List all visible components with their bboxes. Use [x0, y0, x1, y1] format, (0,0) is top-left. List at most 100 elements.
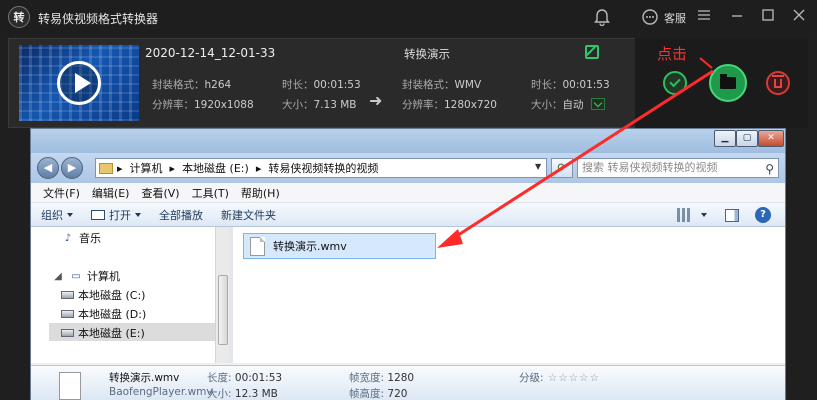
folder-icon — [720, 74, 736, 89]
edit-icon[interactable] — [585, 45, 599, 59]
forward-button[interactable]: ▶ — [61, 157, 83, 179]
open-folder-button[interactable] — [709, 64, 747, 102]
drive-icon — [61, 329, 74, 337]
chat-support-icon[interactable] — [641, 8, 659, 32]
address-dropdown-icon[interactable]: ▼ — [535, 162, 541, 171]
refresh-button[interactable]: ⟳ — [551, 158, 573, 178]
menu-bar: 文件(F) 编辑(E) 查看(V) 工具(T) 帮助(H) — [31, 183, 785, 203]
menu-file[interactable]: 文件(F) — [43, 185, 80, 201]
drive-icon — [61, 310, 74, 318]
menu-icon[interactable] — [697, 8, 711, 28]
output-resolution: 分辨率：1280x720 — [402, 99, 497, 111]
play-all-button[interactable]: 全部播放 — [159, 207, 203, 223]
preview-pane-icon[interactable] — [725, 208, 739, 222]
notification-icon[interactable] — [594, 8, 610, 32]
command-bar: 组织 打开 全部播放 新建文件夹 ? — [31, 203, 785, 227]
source-size: 大小：7.13 MB — [282, 99, 357, 111]
app-title: 转易侠视频格式转换器 — [38, 12, 159, 26]
chevron-down-icon — [135, 212, 141, 217]
minimize-icon[interactable] — [730, 8, 744, 28]
explorer-maximize-button[interactable]: ▢ — [736, 130, 758, 147]
app-logo: 转 — [8, 6, 30, 28]
address-separator: ▸ — [255, 161, 262, 175]
back-button[interactable]: ◀ — [37, 157, 59, 179]
explorer-minimize-button[interactable]: ▁ — [714, 130, 736, 147]
chevron-down-icon[interactable] — [701, 213, 707, 217]
address-bar[interactable]: ▸ 计算机 ▸ 本地磁盘 (E:) ▸ 转易侠视频转换的视频 — [95, 158, 547, 178]
output-format: 封装格式：WMV — [402, 79, 482, 91]
details-pane: 转换演示.wmv BaofengPlayer.wmv 长度: 00:01:53 … — [31, 365, 785, 400]
nav-item-computer[interactable]: ◢ ▭ 计算机 — [51, 267, 120, 285]
expand-arrow-icon: ◢ — [54, 270, 62, 282]
output-size[interactable]: 大小：自动 — [531, 97, 584, 112]
output-duration: 时长：00:01:53 — [531, 79, 610, 91]
menu-tools[interactable]: 工具(T) — [192, 185, 229, 201]
star-icon[interactable]: ☆ — [548, 372, 557, 384]
details-file-name: 转换演示.wmv — [109, 372, 180, 384]
breadcrumb-drive-e[interactable]: 本地磁盘 (E:) — [182, 160, 249, 176]
drive-icon — [61, 291, 74, 299]
file-icon — [250, 236, 265, 256]
search-input[interactable]: 搜索 转易侠视频转换的视频 ⚲ — [577, 158, 779, 178]
details-frame-width: 帧宽度: 1280 — [349, 372, 415, 384]
star-icon[interactable]: ☆ — [558, 372, 567, 384]
support-label[interactable]: 客服 — [664, 10, 686, 26]
details-app-name: BaofengPlayer.wmv — [109, 386, 213, 398]
close-icon[interactable] — [792, 8, 806, 28]
video-thumbnail[interactable] — [19, 45, 139, 121]
details-frame-height: 帧高度: 720 — [349, 388, 408, 400]
menu-view[interactable]: 查看(V) — [141, 185, 179, 201]
folder-icon — [99, 162, 113, 174]
help-icon[interactable]: ? — [755, 207, 771, 223]
open-button[interactable]: 打开 — [91, 207, 141, 223]
convert-arrow-icon: ➜ — [369, 91, 383, 110]
details-length: 长度: 00:01:53 — [207, 372, 283, 384]
output-size-dropdown-icon[interactable] — [591, 98, 605, 110]
click-annotation: 点击 — [657, 45, 688, 63]
convert-done-check-icon[interactable] — [663, 71, 687, 95]
details-size: 大小: 12.3 MB — [207, 388, 278, 400]
address-row: ◀ ▶ ▸ 计算机 ▸ 本地磁盘 (E:) ▸ 转易侠视频转换的视频 ▼ ⟳ 搜… — [31, 153, 785, 183]
breadcrumb-current-folder[interactable]: 转易侠视频转换的视频 — [268, 160, 378, 176]
view-mode-icon[interactable] — [677, 208, 691, 222]
output-file-name[interactable]: 转换演示 — [404, 46, 450, 62]
nav-item-music[interactable]: ♪ 音乐 — [61, 229, 101, 247]
breadcrumb-computer[interactable]: 计算机 — [130, 160, 163, 176]
view-controls: ? — [677, 207, 771, 223]
address-separator: ▸ — [169, 161, 176, 175]
explorer-close-button[interactable]: ✕ — [758, 130, 784, 147]
file-list-pane: 转换演示.wmv — [233, 227, 785, 363]
star-icon[interactable]: ☆ — [590, 372, 599, 384]
file-icon — [59, 372, 81, 400]
file-explorer-window: ▁ ▢ ✕ ◀ ▶ ▸ 计算机 ▸ 本地磁盘 (E:) ▸ 转易侠视频转换的视频… — [30, 128, 786, 400]
address-separator: ▸ — [117, 161, 123, 175]
nav-item-drive-d[interactable]: 本地磁盘 (D:) — [61, 305, 146, 323]
play-icon[interactable] — [57, 61, 101, 105]
star-icon[interactable]: ☆ — [569, 372, 578, 384]
nav-scrollbar[interactable] — [215, 227, 229, 363]
source-duration: 时长：00:01:53 — [282, 79, 361, 91]
organize-button[interactable]: 组织 — [41, 207, 73, 223]
source-resolution: 分辨率：1920x1088 — [152, 99, 254, 111]
star-icon[interactable]: ☆ — [579, 372, 588, 384]
computer-icon: ▭ — [71, 270, 81, 282]
music-note-icon: ♪ — [64, 232, 72, 244]
scrollbar-thumb[interactable] — [218, 275, 228, 345]
new-folder-button[interactable]: 新建文件夹 — [221, 207, 276, 223]
player-icon — [91, 209, 105, 220]
details-rating[interactable]: 分级: ☆☆☆☆☆ — [519, 370, 599, 385]
delete-task-button[interactable] — [766, 71, 790, 95]
navigation-pane: ♪ 音乐 ◢ ▭ 计算机 本地磁盘 (C:) 本地磁盘 (D:) 本地磁盘 (E:) — [31, 227, 229, 363]
source-format: 封装格式：h264 — [152, 79, 232, 91]
maximize-icon[interactable] — [761, 8, 775, 28]
file-item-label: 转换演示.wmv — [273, 240, 347, 253]
explorer-titlebar: ▁ ▢ ✕ — [31, 129, 785, 153]
search-icon[interactable]: ⚲ — [765, 160, 774, 178]
nav-item-drive-e[interactable]: 本地磁盘 (E:) — [61, 324, 145, 342]
nav-item-drive-c[interactable]: 本地磁盘 (C:) — [61, 286, 145, 304]
menu-edit[interactable]: 编辑(E) — [92, 185, 130, 201]
trash-icon — [772, 74, 784, 88]
source-file-name: 2020-12-14_12-01-33 — [145, 46, 276, 60]
menu-help[interactable]: 帮助(H) — [241, 185, 280, 201]
file-item[interactable]: 转换演示.wmv — [243, 233, 436, 259]
